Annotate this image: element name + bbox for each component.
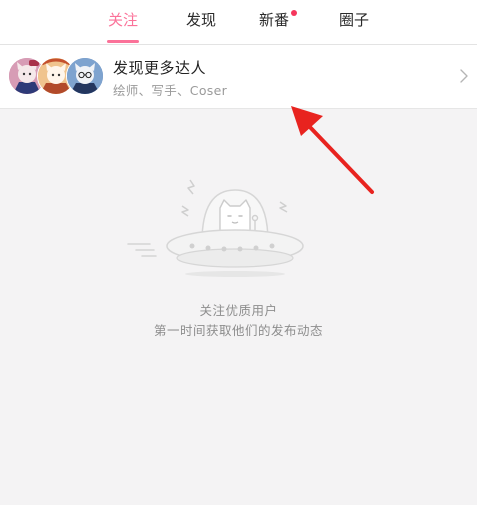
annotation-arrow-icon bbox=[291, 106, 374, 194]
discover-card-title: 发现更多达人 bbox=[113, 59, 207, 77]
chevron-right-icon bbox=[460, 69, 468, 83]
empty-state-title: 关注优质用户 bbox=[199, 303, 278, 318]
avatar bbox=[66, 57, 104, 95]
tab-circles[interactable]: 圈子 bbox=[339, 8, 369, 32]
discover-card-subtitle: 绘师、写手、Coser bbox=[113, 83, 228, 98]
new-badge-dot bbox=[291, 10, 297, 16]
tab-new-anime[interactable]: 新番 bbox=[259, 8, 289, 32]
top-tab-bar: 关注 发现 新番 圈子 bbox=[0, 0, 477, 45]
empty-state-description: 第一时间获取他们的发布动态 bbox=[153, 323, 323, 338]
tab-follow[interactable]: 关注 bbox=[108, 8, 138, 32]
active-tab-indicator bbox=[107, 40, 139, 43]
discover-creators-card[interactable]: 发现更多达人 绘师、写手、Coser bbox=[0, 45, 477, 109]
avatar-group bbox=[8, 57, 108, 95]
tab-discover[interactable]: 发现 bbox=[186, 8, 216, 32]
